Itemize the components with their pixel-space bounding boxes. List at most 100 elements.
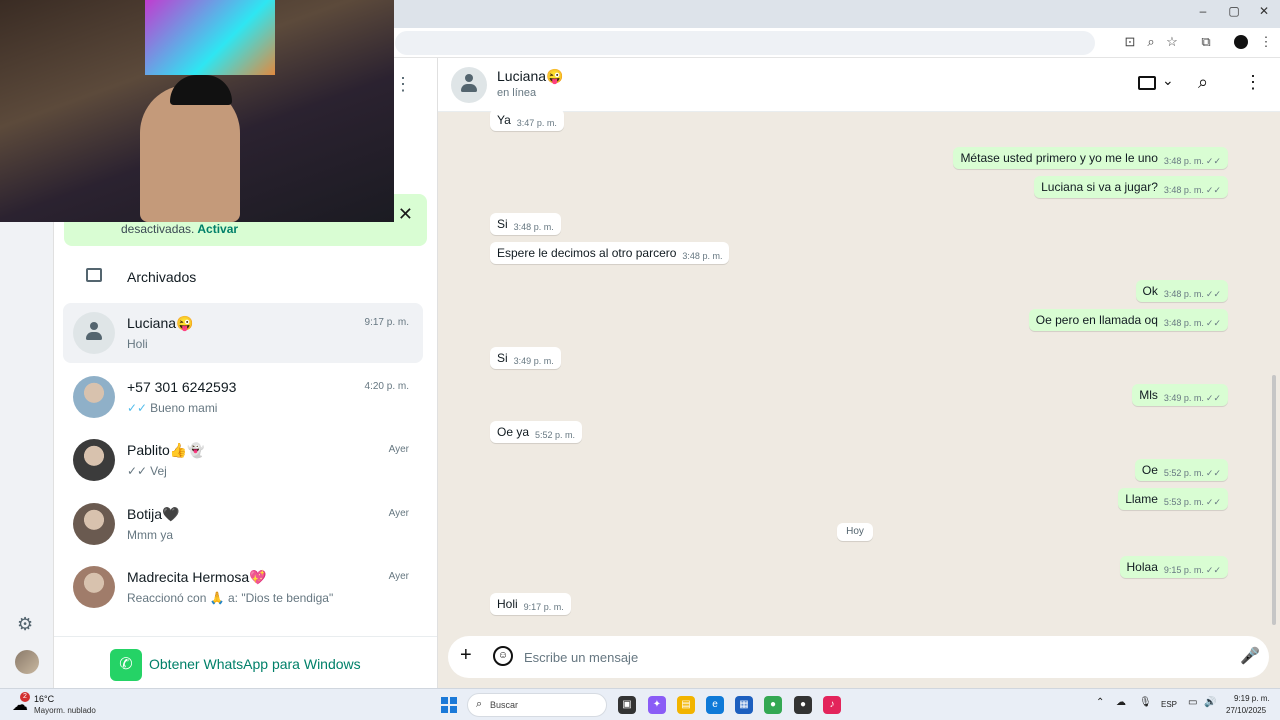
chat-list-item[interactable]: Luciana😜 9:17 p. m. Holi: [63, 303, 423, 363]
message-text: Luciana si va a jugar?: [1041, 180, 1158, 194]
chat-list-item[interactable]: Botija🖤 Ayer Mmm ya: [63, 494, 423, 554]
outgoing-message[interactable]: Luciana si va a jugar? 3:48 p. m. ✓✓: [1034, 176, 1228, 198]
message-time: 5:52 p. m.: [535, 430, 576, 440]
contact-avatar[interactable]: [451, 67, 487, 103]
read-ticks-icon: ✓✓: [1205, 497, 1221, 507]
outgoing-message[interactable]: Ok 3:48 p. m. ✓✓: [1135, 280, 1228, 302]
message-time: 3:48 p. m.: [1163, 289, 1204, 299]
person-icon: [86, 322, 102, 344]
taskbar-search[interactable]: ⌕ Buscar: [467, 693, 607, 717]
incoming-message[interactable]: Espere le decimos al otro parcero 3:48 p.…: [490, 242, 730, 264]
task-view-icon[interactable]: ▣: [618, 696, 636, 714]
search-icon[interactable]: ⌕: [1198, 72, 1208, 93]
chevron-down-icon[interactable]: ⌄: [1162, 72, 1174, 89]
weather-condition[interactable]: Mayorm. nublado: [34, 706, 96, 715]
clock-time[interactable]: 9:19 p. m.: [1234, 694, 1270, 703]
chat-preview-text: Bueno mami: [150, 401, 218, 415]
message-time: 3:48 p. m.: [682, 251, 723, 261]
outgoing-message[interactable]: Métase usted primero y yo me le uno 3:48 …: [953, 147, 1228, 169]
notice-text: desactivadas. Activar: [121, 222, 239, 236]
windows-start-icon[interactable]: [441, 697, 457, 713]
sidebar-menu-icon[interactable]: ⋮: [394, 74, 412, 95]
message-text: Métase usted primero y yo me le uno: [960, 151, 1158, 165]
profile-avatar[interactable]: [1234, 35, 1248, 49]
video-call-icon[interactable]: [1138, 76, 1156, 90]
clock-date[interactable]: 27/10/2025: [1226, 706, 1266, 715]
close-window-button[interactable]: ✕: [1249, 4, 1279, 18]
outgoing-message[interactable]: Oe 5:52 p. m. ✓✓: [1134, 459, 1228, 481]
chat-time: Ayer: [388, 508, 409, 519]
chrome-icon[interactable]: ●: [764, 696, 782, 714]
incoming-message[interactable]: Ya 3:47 p. m.: [490, 109, 564, 131]
incoming-message[interactable]: Si 3:48 p. m.: [490, 213, 561, 235]
more-options-icon[interactable]: ⋮: [1244, 72, 1262, 93]
close-icon[interactable]: ✕: [398, 204, 413, 225]
chat-preview-text: Holi: [127, 337, 148, 351]
user-avatar[interactable]: [15, 650, 39, 674]
maximize-button[interactable]: ▢: [1219, 4, 1249, 18]
chat-preview-text: Mmm ya: [127, 528, 173, 542]
chat-preview-text: Reaccionó con 🙏 a: "Dios te bendiga": [127, 591, 334, 605]
zoom-icon[interactable]: ⌕: [1143, 34, 1159, 50]
address-bar[interactable]: [395, 31, 1095, 55]
contact-name: Luciana😜: [497, 68, 564, 84]
message-text: Llame: [1125, 492, 1158, 506]
file-explorer-icon[interactable]: ▤: [677, 696, 695, 714]
outgoing-message[interactable]: Llame 5:53 p. m. ✓✓: [1118, 488, 1228, 510]
chat-list-item[interactable]: Madrecita Hermosa💖 Ayer Reaccionó con 🙏 a:…: [63, 557, 423, 617]
copilot-icon[interactable]: ✦: [648, 696, 666, 714]
bookmark-star-icon[interactable]: ☆: [1164, 34, 1180, 50]
get-whatsapp-banner[interactable]: ✆ Obtener WhatsApp para Windows: [54, 636, 437, 688]
attach-plus-icon[interactable]: +: [460, 644, 472, 667]
emoji-sticker-icon[interactable]: ☺: [493, 646, 513, 666]
windows-taskbar: ☁ 2 16°C Mayorm. nublado ⌕ Buscar ▣ ✦ ▤ …: [0, 688, 1280, 720]
chat-name: Pablito👍👻: [127, 442, 205, 458]
tray-mic-icon[interactable]: 🎙: [1139, 697, 1152, 708]
tray-network-icon[interactable]: ▭: [1188, 697, 1197, 708]
conversation-header[interactable]: Luciana😜 en línea ⌄ ⌕ ⋮: [438, 58, 1280, 112]
weather-temperature[interactable]: 16°C: [34, 694, 54, 704]
message-input[interactable]: [524, 647, 1204, 667]
tiktok-icon[interactable]: ♪: [823, 696, 841, 714]
store-icon[interactable]: ▦: [735, 696, 753, 714]
day-separator: Hoy: [837, 523, 873, 541]
message-text: Oe pero en llamada oq: [1035, 313, 1158, 327]
incoming-message[interactable]: Si 3:49 p. m.: [490, 347, 561, 369]
minimize-button[interactable]: –: [1188, 4, 1218, 18]
chat-scrollbar[interactable]: [1272, 375, 1276, 625]
browser-menu-icon[interactable]: ⋮: [1258, 34, 1274, 50]
chat-avatar: [73, 566, 115, 608]
chat-avatar: [73, 503, 115, 545]
outgoing-message[interactable]: Oe pero en llamada oq 3:48 p. m. ✓✓: [1028, 309, 1228, 331]
outgoing-message[interactable]: Holaa 9:15 p. m. ✓✓: [1119, 556, 1228, 578]
message-text: Espere le decimos al otro parcero: [497, 246, 677, 260]
message-time: 5:52 p. m.: [1163, 468, 1204, 478]
message-time: 3:47 p. m.: [516, 118, 557, 128]
app-icon[interactable]: ●: [794, 696, 812, 714]
chat-preview: Mmm ya: [127, 528, 173, 542]
incoming-message[interactable]: Holi 9:17 p. m.: [490, 593, 571, 615]
webcam-overlay: [0, 0, 394, 222]
chat-list-item[interactable]: Pablito👍👻 Ayer ✓✓ Vej: [63, 430, 423, 490]
settings-gear-icon[interactable]: ⚙: [17, 614, 33, 635]
webcam-person: [140, 85, 240, 222]
tray-language[interactable]: ESP: [1161, 700, 1177, 709]
archived-row[interactable]: Archivados: [54, 258, 437, 296]
activate-link[interactable]: Activar: [197, 222, 238, 236]
incoming-message[interactable]: Oe ya 5:52 p. m.: [490, 421, 583, 443]
tray-chevron-up-icon[interactable]: ⌃: [1096, 697, 1104, 708]
read-ticks-icon: ✓✓: [1205, 565, 1221, 575]
edge-browser-icon[interactable]: e: [706, 696, 724, 714]
tray-cloud-icon[interactable]: ☁: [1116, 697, 1126, 708]
microphone-icon[interactable]: 🎤: [1240, 646, 1260, 666]
taskbar-search-label: Buscar: [490, 700, 519, 710]
outgoing-message[interactable]: Mls 3:49 p. m. ✓✓: [1132, 384, 1228, 406]
message-text: Si: [497, 217, 508, 231]
install-app-icon[interactable]: ⊡: [1122, 34, 1138, 50]
chat-list-item[interactable]: +57 301 6242593 4:20 p. m. ✓✓ Bueno mami: [63, 367, 423, 427]
message-text: Si: [497, 351, 508, 365]
read-ticks-icon: ✓✓: [1205, 289, 1221, 299]
tray-volume-icon[interactable]: 🔊: [1204, 697, 1216, 708]
message-text: Holi: [497, 597, 518, 611]
extensions-icon[interactable]: ⧉: [1198, 34, 1214, 50]
